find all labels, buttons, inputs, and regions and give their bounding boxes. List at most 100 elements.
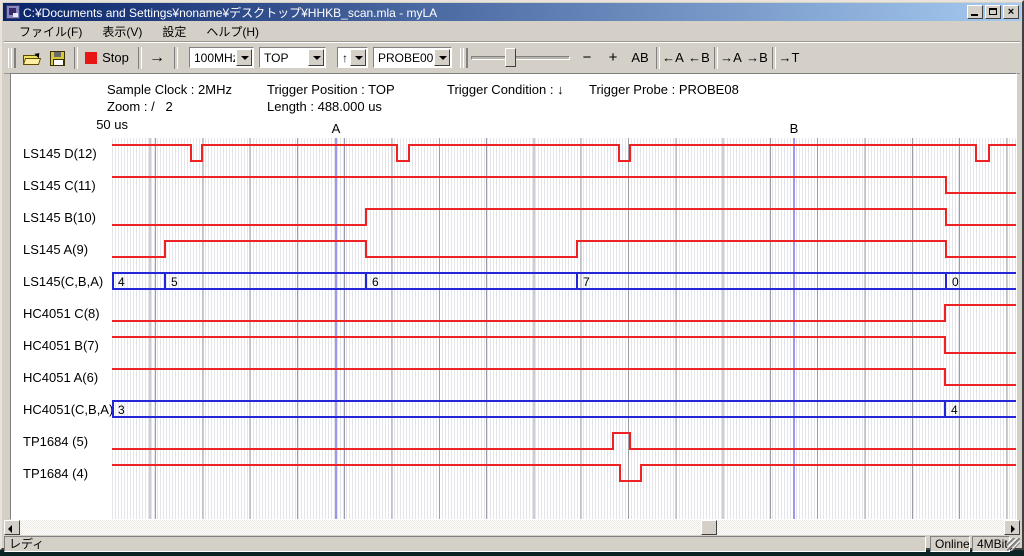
- digital-trace: [112, 209, 1016, 225]
- open-folder-icon: [23, 52, 41, 65]
- digital-trace: [112, 177, 1016, 193]
- stop-square-icon: [85, 52, 97, 64]
- digital-trace: [112, 305, 1016, 321]
- status-online: Online: [930, 536, 970, 552]
- chevron-down-icon[interactable]: [350, 49, 366, 66]
- menu-view[interactable]: 表示(V): [95, 21, 149, 42]
- toolbar-separator: [74, 47, 78, 69]
- digital-trace: [112, 241, 1016, 257]
- zoom-slider-handle[interactable]: [505, 48, 516, 67]
- info-zoom: Zoom : / 2: [107, 99, 173, 114]
- status-ready: レディ: [4, 536, 926, 552]
- info-trigger-position: Trigger Position : TOP: [267, 82, 395, 97]
- digital-trace: [112, 465, 1016, 481]
- info-length: Length : 488.000 us: [267, 99, 382, 114]
- minimize-icon: [971, 14, 978, 16]
- digital-trace: [112, 433, 1016, 449]
- toolbar-grip[interactable]: [8, 48, 16, 68]
- bus-value: 6: [372, 275, 379, 289]
- chevron-down-icon[interactable]: [236, 49, 252, 66]
- channel-label[interactable]: LS145 B(10): [23, 202, 96, 234]
- info-sample-clock: Sample Clock : 2MHz: [107, 82, 232, 97]
- scroll-right-button[interactable]: [1004, 520, 1020, 535]
- digital-trace: [112, 145, 1016, 161]
- waveform-plot[interactable]: 4567034: [112, 138, 1016, 519]
- zoom-out-button[interactable]: −: [576, 46, 598, 69]
- waveform-panel: Sample Clock : 2MHz Trigger Position : T…: [10, 73, 1017, 520]
- maximize-icon: [989, 8, 997, 15]
- sample-clock-combo[interactable]: 100MHz: [189, 47, 254, 68]
- marker-b-label: B: [787, 121, 801, 137]
- menu-settings[interactable]: 設定: [155, 21, 193, 42]
- maximize-button[interactable]: [985, 5, 1001, 19]
- info-trigger-probe: Trigger Probe : PROBE08: [589, 82, 739, 97]
- app-window: C:¥Documents and Settings¥noname¥デスクトップ¥…: [0, 0, 1024, 550]
- scrollbar-thumb[interactable]: [701, 520, 717, 535]
- channel-label[interactable]: LS145 C(11): [23, 170, 96, 202]
- open-file-button[interactable]: [19, 46, 44, 69]
- toolbar: Stop → 100MHz TOP ↑ PROBE00 − + AB ←A ←B: [4, 42, 1020, 74]
- trigger-probe-combo[interactable]: PROBE00: [373, 47, 452, 68]
- menu-bar: ファイル(F) 表示(V) 設定 ヘルプ(H): [4, 22, 1020, 42]
- toolbar-separator: [138, 47, 142, 69]
- run-button[interactable]: →: [144, 46, 170, 69]
- digital-trace: [112, 337, 1016, 353]
- goto-marker-b-button[interactable]: ←B: [686, 46, 712, 69]
- horizontal-scrollbar[interactable]: [4, 520, 1020, 535]
- scroll-left-button[interactable]: [4, 520, 20, 535]
- app-icon: [6, 5, 20, 19]
- channel-label[interactable]: TP1684 (4): [23, 458, 88, 490]
- status-bar: レディ Online 4MBit: [4, 536, 1020, 552]
- bus-value: 4: [951, 403, 958, 417]
- channel-label[interactable]: LS145(C,B,A): [23, 266, 103, 298]
- zoom-in-button[interactable]: +: [602, 46, 624, 69]
- bus-value: 7: [583, 275, 590, 289]
- toolbar-separator: [174, 47, 178, 69]
- set-marker-b-button[interactable]: →B: [744, 46, 770, 69]
- close-button[interactable]: ×: [1003, 5, 1019, 19]
- stop-button[interactable]: Stop: [80, 46, 134, 69]
- channel-label[interactable]: HC4051(C,B,A): [23, 394, 112, 426]
- set-marker-a-button[interactable]: →A: [718, 46, 744, 69]
- digital-trace: [112, 369, 1016, 385]
- ab-button[interactable]: AB: [626, 46, 654, 69]
- bus-trace: 4 5 6 7 0: [112, 273, 1016, 289]
- bus-value: 3: [118, 403, 125, 417]
- channel-label[interactable]: TP1684 (5): [23, 426, 88, 458]
- channel-label[interactable]: LS145 D(12): [23, 138, 97, 170]
- title-bar: C:¥Documents and Settings¥noname¥デスクトップ¥…: [3, 3, 1021, 21]
- resize-grip[interactable]: [1007, 538, 1020, 551]
- menu-help[interactable]: ヘルプ(H): [199, 21, 266, 42]
- stop-label: Stop: [102, 50, 129, 65]
- bus-trace: 34: [112, 401, 1016, 417]
- channel-label[interactable]: HC4051 A(6): [23, 362, 98, 394]
- channel-label[interactable]: LS145 A(9): [23, 234, 88, 266]
- goto-trigger-button[interactable]: →T: [776, 46, 802, 69]
- bus-value: 5: [171, 275, 178, 289]
- zoom-slider-track[interactable]: [471, 56, 570, 60]
- trigger-edge-combo[interactable]: ↑: [337, 47, 368, 68]
- trigger-probe-value: PROBE00: [378, 51, 433, 65]
- channel-label[interactable]: HC4051 B(7): [23, 330, 99, 362]
- chevron-down-icon[interactable]: [434, 49, 450, 66]
- waveform-traces: 4567034: [112, 138, 1016, 519]
- sample-clock-value: 100MHz: [194, 51, 235, 65]
- goto-marker-a-button[interactable]: ←A: [660, 46, 686, 69]
- save-file-button[interactable]: [45, 46, 70, 69]
- window-title: C:¥Documents and Settings¥noname¥デスクトップ¥…: [23, 4, 965, 21]
- info-trigger-condition: Trigger Condition : ↓: [447, 82, 564, 97]
- trigger-position-value: TOP: [264, 51, 307, 65]
- menu-file[interactable]: ファイル(F): [12, 21, 89, 42]
- channel-label[interactable]: HC4051 C(8): [23, 298, 100, 330]
- timebase-label: 50 us: [82, 117, 128, 132]
- marker-a-label: A: [329, 121, 343, 137]
- trigger-position-combo[interactable]: TOP: [259, 47, 326, 68]
- save-floppy-icon: [50, 51, 65, 66]
- chevron-down-icon[interactable]: [308, 49, 324, 66]
- bus-value: 4: [118, 275, 125, 289]
- minimize-button[interactable]: [967, 5, 983, 19]
- channel-labels-column: LS145 D(12)LS145 C(11)LS145 B(10)LS145 A…: [11, 138, 112, 519]
- status-memory: 4MBit: [972, 536, 1010, 552]
- toolbar-grip[interactable]: [460, 48, 468, 68]
- bus-value: 0: [952, 275, 959, 289]
